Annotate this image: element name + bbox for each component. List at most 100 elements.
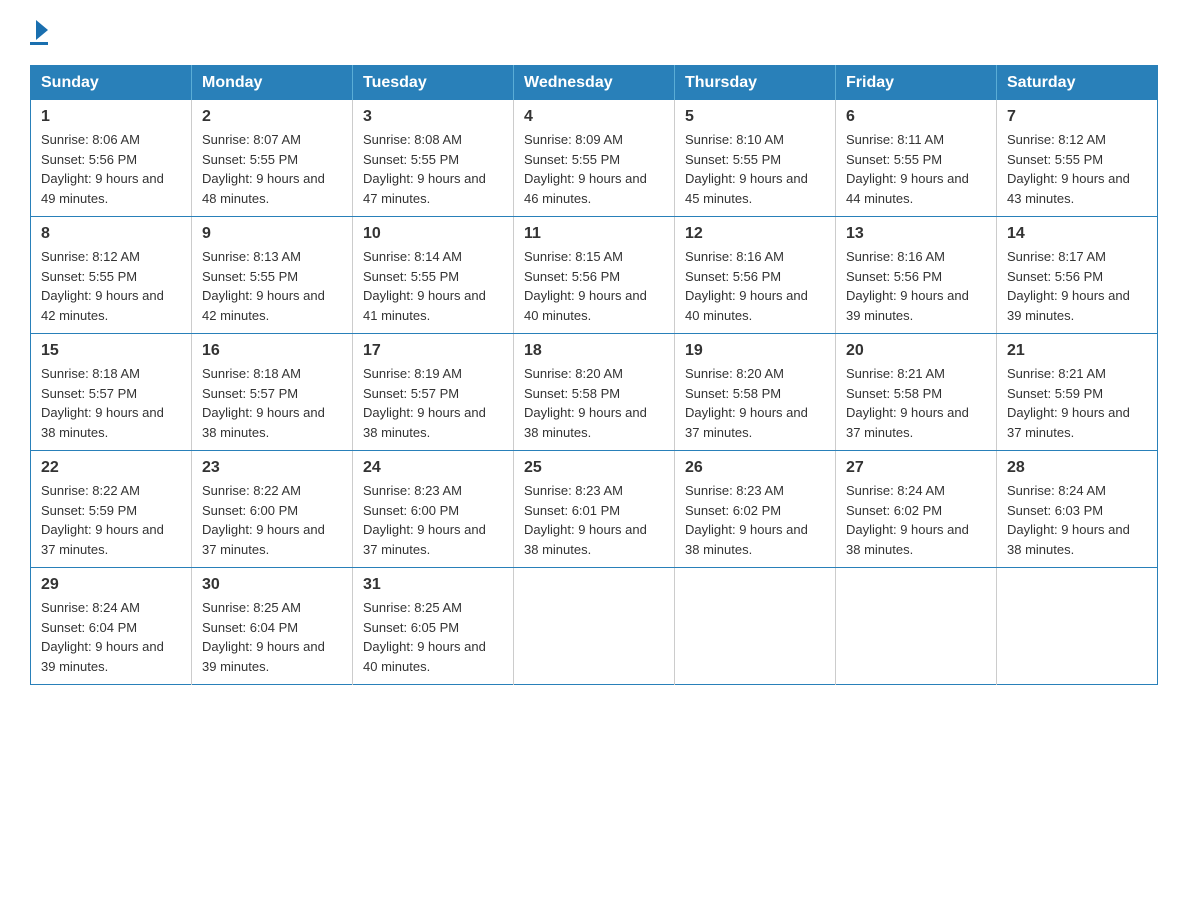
- calendar-cell: 13 Sunrise: 8:16 AMSunset: 5:56 PMDayligh…: [836, 217, 997, 334]
- day-info: Sunrise: 8:18 AMSunset: 5:57 PMDaylight:…: [41, 364, 181, 442]
- day-number: 20: [846, 342, 986, 360]
- day-info: Sunrise: 8:09 AMSunset: 5:55 PMDaylight:…: [524, 130, 664, 208]
- calendar-cell: 6 Sunrise: 8:11 AMSunset: 5:55 PMDaylight…: [836, 100, 997, 217]
- day-number: 31: [363, 576, 503, 594]
- day-info: Sunrise: 8:20 AMSunset: 5:58 PMDaylight:…: [524, 364, 664, 442]
- calendar-cell: 27 Sunrise: 8:24 AMSunset: 6:02 PMDayligh…: [836, 451, 997, 568]
- calendar-cell: 10 Sunrise: 8:14 AMSunset: 5:55 PMDayligh…: [353, 217, 514, 334]
- day-info: Sunrise: 8:16 AMSunset: 5:56 PMDaylight:…: [685, 247, 825, 325]
- calendar-cell: 17 Sunrise: 8:19 AMSunset: 5:57 PMDayligh…: [353, 334, 514, 451]
- calendar-cell: 26 Sunrise: 8:23 AMSunset: 6:02 PMDayligh…: [675, 451, 836, 568]
- calendar-cell: 30 Sunrise: 8:25 AMSunset: 6:04 PMDayligh…: [192, 568, 353, 685]
- day-number: 4: [524, 108, 664, 126]
- day-number: 19: [685, 342, 825, 360]
- day-number: 17: [363, 342, 503, 360]
- day-info: Sunrise: 8:14 AMSunset: 5:55 PMDaylight:…: [363, 247, 503, 325]
- day-number: 26: [685, 459, 825, 477]
- day-number: 2: [202, 108, 342, 126]
- day-number: 18: [524, 342, 664, 360]
- logo-arrow-icon: [36, 20, 48, 40]
- day-number: 1: [41, 108, 181, 126]
- day-number: 3: [363, 108, 503, 126]
- calendar-cell: 12 Sunrise: 8:16 AMSunset: 5:56 PMDayligh…: [675, 217, 836, 334]
- day-info: Sunrise: 8:07 AMSunset: 5:55 PMDaylight:…: [202, 130, 342, 208]
- calendar-cell: 14Sunrise: 8:17 AMSunset: 5:56 PMDayligh…: [997, 217, 1158, 334]
- day-number: 30: [202, 576, 342, 594]
- calendar-cell: 22 Sunrise: 8:22 AMSunset: 5:59 PMDayligh…: [31, 451, 192, 568]
- day-number: 21: [1007, 342, 1147, 360]
- calendar-week-row: 1 Sunrise: 8:06 AMSunset: 5:56 PMDaylight…: [31, 100, 1158, 217]
- day-number: 24: [363, 459, 503, 477]
- day-number: 5: [685, 108, 825, 126]
- calendar-cell: 5 Sunrise: 8:10 AMSunset: 5:55 PMDaylight…: [675, 100, 836, 217]
- day-number: 9: [202, 225, 342, 243]
- page-header: [30, 20, 1158, 45]
- day-info: Sunrise: 8:16 AMSunset: 5:56 PMDaylight:…: [846, 247, 986, 325]
- day-number: 7: [1007, 108, 1147, 126]
- calendar-cell: 24 Sunrise: 8:23 AMSunset: 6:00 PMDayligh…: [353, 451, 514, 568]
- column-header-friday: Friday: [836, 66, 997, 101]
- calendar-cell: 15 Sunrise: 8:18 AMSunset: 5:57 PMDayligh…: [31, 334, 192, 451]
- calendar-week-row: 29 Sunrise: 8:24 AMSunset: 6:04 PMDayligh…: [31, 568, 1158, 685]
- day-info: Sunrise: 8:19 AMSunset: 5:57 PMDaylight:…: [363, 364, 503, 442]
- day-info: Sunrise: 8:22 AMSunset: 5:59 PMDaylight:…: [41, 481, 181, 559]
- calendar-cell: [997, 568, 1158, 685]
- day-info: Sunrise: 8:25 AMSunset: 6:05 PMDaylight:…: [363, 598, 503, 676]
- day-info: Sunrise: 8:11 AMSunset: 5:55 PMDaylight:…: [846, 130, 986, 208]
- day-info: Sunrise: 8:22 AMSunset: 6:00 PMDaylight:…: [202, 481, 342, 559]
- day-number: 29: [41, 576, 181, 594]
- calendar-cell: 25 Sunrise: 8:23 AMSunset: 6:01 PMDayligh…: [514, 451, 675, 568]
- day-info: Sunrise: 8:24 AMSunset: 6:03 PMDaylight:…: [1007, 481, 1147, 559]
- calendar-cell: 18 Sunrise: 8:20 AMSunset: 5:58 PMDayligh…: [514, 334, 675, 451]
- day-number: 8: [41, 225, 181, 243]
- column-header-tuesday: Tuesday: [353, 66, 514, 101]
- logo: [30, 20, 48, 45]
- calendar-cell: [836, 568, 997, 685]
- day-number: 13: [846, 225, 986, 243]
- calendar-cell: [675, 568, 836, 685]
- calendar-cell: 4 Sunrise: 8:09 AMSunset: 5:55 PMDaylight…: [514, 100, 675, 217]
- day-number: 22: [41, 459, 181, 477]
- day-number: 10: [363, 225, 503, 243]
- column-header-thursday: Thursday: [675, 66, 836, 101]
- day-info: Sunrise: 8:18 AMSunset: 5:57 PMDaylight:…: [202, 364, 342, 442]
- calendar-cell: 2 Sunrise: 8:07 AMSunset: 5:55 PMDaylight…: [192, 100, 353, 217]
- day-info: Sunrise: 8:08 AMSunset: 5:55 PMDaylight:…: [363, 130, 503, 208]
- day-info: Sunrise: 8:20 AMSunset: 5:58 PMDaylight:…: [685, 364, 825, 442]
- column-header-saturday: Saturday: [997, 66, 1158, 101]
- day-info: Sunrise: 8:12 AMSunset: 5:55 PMDaylight:…: [41, 247, 181, 325]
- calendar-week-row: 8 Sunrise: 8:12 AMSunset: 5:55 PMDaylight…: [31, 217, 1158, 334]
- calendar-cell: 20Sunrise: 8:21 AMSunset: 5:58 PMDayligh…: [836, 334, 997, 451]
- calendar-cell: 7Sunrise: 8:12 AMSunset: 5:55 PMDaylight…: [997, 100, 1158, 217]
- day-info: Sunrise: 8:15 AMSunset: 5:56 PMDaylight:…: [524, 247, 664, 325]
- column-header-wednesday: Wednesday: [514, 66, 675, 101]
- day-info: Sunrise: 8:25 AMSunset: 6:04 PMDaylight:…: [202, 598, 342, 676]
- calendar-cell: 16 Sunrise: 8:18 AMSunset: 5:57 PMDayligh…: [192, 334, 353, 451]
- calendar-cell: 9 Sunrise: 8:13 AMSunset: 5:55 PMDaylight…: [192, 217, 353, 334]
- day-number: 16: [202, 342, 342, 360]
- day-number: 25: [524, 459, 664, 477]
- day-info: Sunrise: 8:10 AMSunset: 5:55 PMDaylight:…: [685, 130, 825, 208]
- day-info: Sunrise: 8:21 AMSunset: 5:59 PMDaylight:…: [1007, 364, 1147, 442]
- day-info: Sunrise: 8:06 AMSunset: 5:56 PMDaylight:…: [41, 130, 181, 208]
- day-info: Sunrise: 8:13 AMSunset: 5:55 PMDaylight:…: [202, 247, 342, 325]
- day-info: Sunrise: 8:23 AMSunset: 6:00 PMDaylight:…: [363, 481, 503, 559]
- day-number: 14: [1007, 225, 1147, 243]
- calendar-cell: 29 Sunrise: 8:24 AMSunset: 6:04 PMDayligh…: [31, 568, 192, 685]
- column-header-sunday: Sunday: [31, 66, 192, 101]
- day-info: Sunrise: 8:23 AMSunset: 6:01 PMDaylight:…: [524, 481, 664, 559]
- calendar-cell: 3 Sunrise: 8:08 AMSunset: 5:55 PMDaylight…: [353, 100, 514, 217]
- day-info: Sunrise: 8:23 AMSunset: 6:02 PMDaylight:…: [685, 481, 825, 559]
- calendar-cell: 1 Sunrise: 8:06 AMSunset: 5:56 PMDaylight…: [31, 100, 192, 217]
- day-number: 15: [41, 342, 181, 360]
- day-number: 12: [685, 225, 825, 243]
- calendar-cell: [514, 568, 675, 685]
- column-header-monday: Monday: [192, 66, 353, 101]
- day-info: Sunrise: 8:24 AMSunset: 6:02 PMDaylight:…: [846, 481, 986, 559]
- calendar-week-row: 15 Sunrise: 8:18 AMSunset: 5:57 PMDayligh…: [31, 334, 1158, 451]
- day-number: 6: [846, 108, 986, 126]
- calendar-cell: 28Sunrise: 8:24 AMSunset: 6:03 PMDayligh…: [997, 451, 1158, 568]
- day-number: 27: [846, 459, 986, 477]
- day-info: Sunrise: 8:24 AMSunset: 6:04 PMDaylight:…: [41, 598, 181, 676]
- calendar-cell: 11Sunrise: 8:15 AMSunset: 5:56 PMDayligh…: [514, 217, 675, 334]
